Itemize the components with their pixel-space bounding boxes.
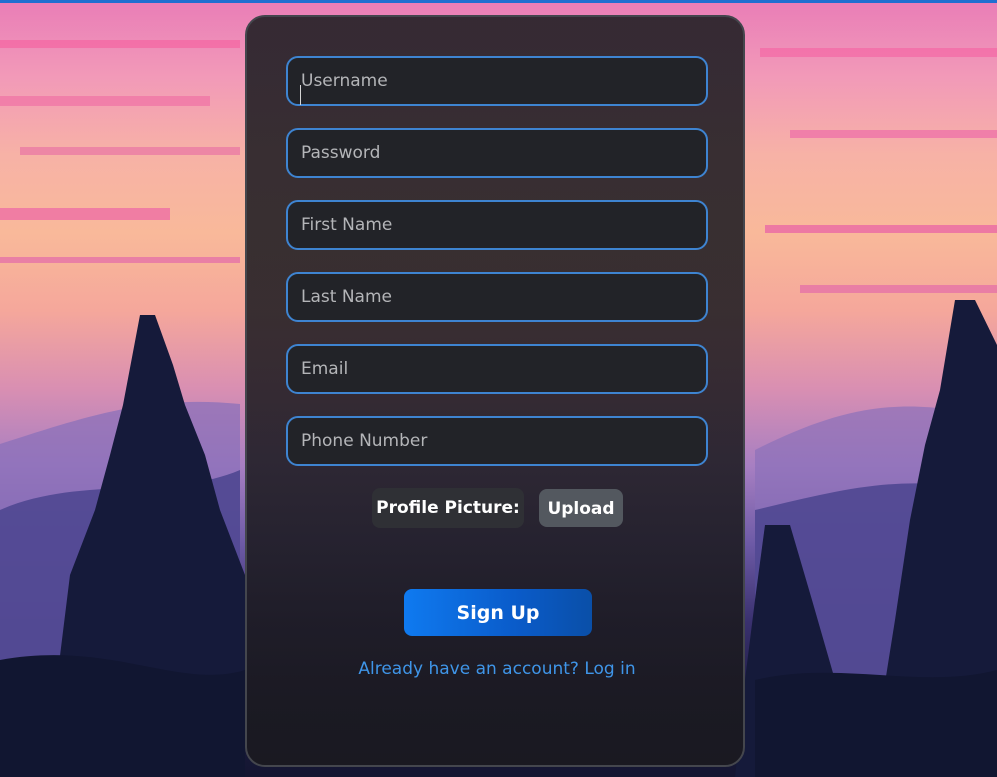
upload-button[interactable]: Upload	[539, 489, 623, 527]
text-cursor	[300, 85, 301, 105]
login-link[interactable]: Already have an account? Log in	[247, 659, 747, 679]
username-input[interactable]	[286, 56, 708, 106]
profile-picture-label: Profile Picture:	[372, 488, 524, 528]
password-input[interactable]	[286, 128, 708, 178]
signup-card: Profile Picture: Upload Sign Up Already …	[245, 15, 745, 767]
email-input[interactable]	[286, 344, 708, 394]
window-top-border	[0, 0, 997, 3]
phone-number-input[interactable]	[286, 416, 708, 466]
first-name-input[interactable]	[286, 200, 708, 250]
sign-up-button[interactable]: Sign Up	[404, 589, 592, 636]
last-name-input[interactable]	[286, 272, 708, 322]
